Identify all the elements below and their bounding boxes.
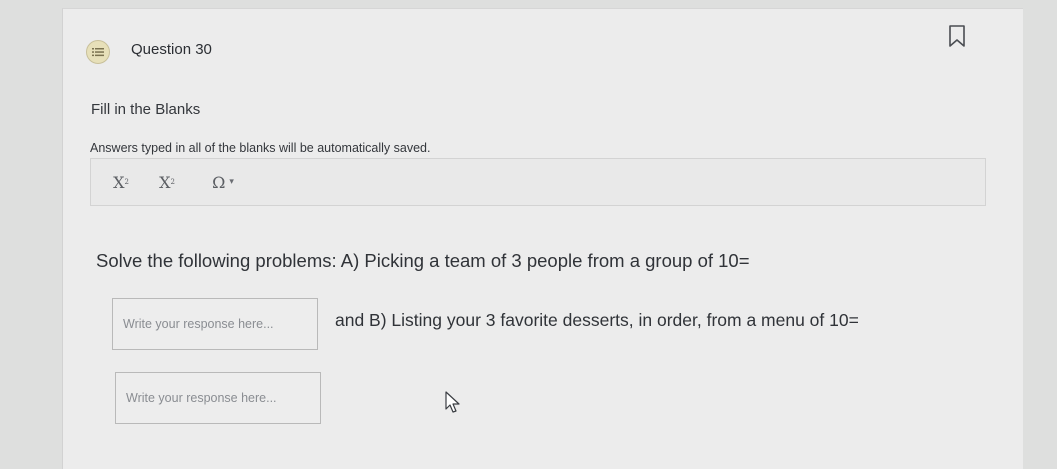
omega-icon[interactable]: Ω ▾ — [199, 169, 247, 195]
problem-part-b: and B) Listing your 3 favorite desserts,… — [335, 310, 859, 330]
chevron-down-icon: ▾ — [229, 177, 234, 187]
question-title: Question 30 — [131, 41, 212, 58]
question-type-label: Fill in the Blanks — [91, 101, 201, 118]
problem-part-a: Solve the following problems: A) Picking… — [96, 250, 750, 271]
blank-1-input[interactable] — [112, 298, 318, 350]
subscript-icon[interactable]: X2 — [107, 169, 135, 195]
superscript-icon[interactable]: X2 — [153, 169, 181, 195]
list-icon — [86, 40, 110, 64]
blank-2-input[interactable] — [115, 372, 321, 424]
bookmark-icon[interactable] — [947, 24, 967, 48]
autosave-note: Answers typed in all of the blanks will … — [90, 141, 431, 155]
mouse-cursor-icon — [444, 390, 462, 414]
editor-toolbar: X2 X2 Ω ▾ — [90, 158, 986, 206]
